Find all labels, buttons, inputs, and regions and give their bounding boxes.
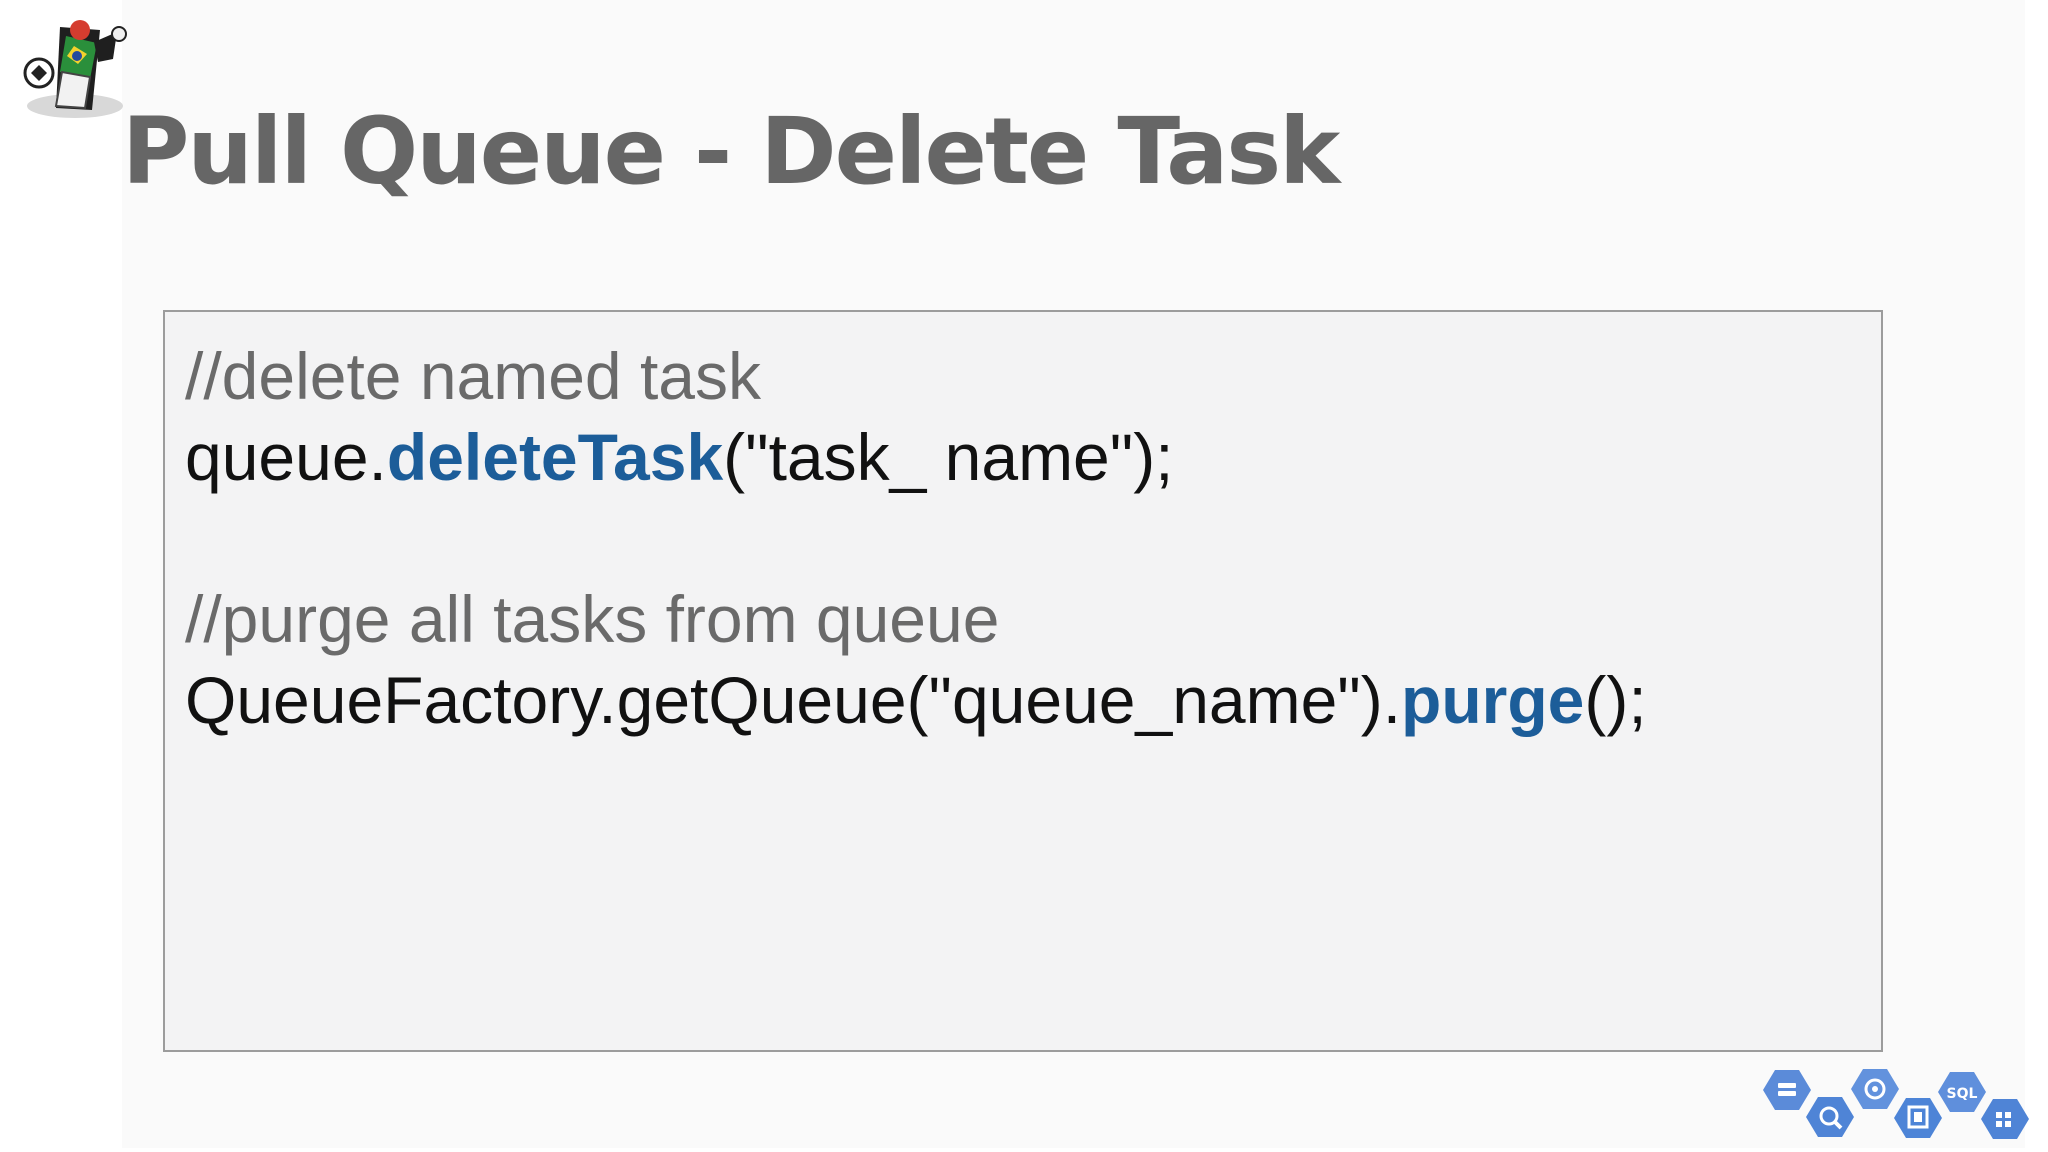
code-delete-suffix: ("task_ name"); [723, 420, 1174, 494]
cloud-sql-label: SQL [1947, 1086, 1978, 1102]
code-comment-purge: //purge all tasks from queue [185, 582, 1000, 656]
code-purge-line: QueueFactory.getQueue("queue_name").purg… [185, 667, 1647, 733]
slide: Pull Queue - Delete Task //delete named … [0, 0, 2048, 1152]
left-margin [0, 0, 122, 1152]
code-box: //delete named task queue.deleteTask("ta… [163, 310, 1883, 1052]
slide-title: Pull Queue - Delete Task [122, 98, 1340, 205]
code-purge-prefix: QueueFactory.getQueue("queue_name"). [185, 663, 1402, 737]
code-purge-method: purge [1401, 663, 1585, 737]
cloud-services-icons: SQL [1763, 1069, 2029, 1139]
bigquery-icon [1806, 1097, 1854, 1137]
bottom-margin [0, 1148, 2048, 1152]
storage-icon [1763, 1070, 1811, 1110]
code-delete-line: queue.deleteTask("task_ name"); [185, 424, 1174, 490]
datastore-icon [1981, 1099, 2029, 1139]
code-delete-method: deleteTask [386, 420, 724, 494]
code-comment-delete: //delete named task [185, 339, 762, 413]
code-purge-suffix: (); [1584, 663, 1647, 737]
code-delete-prefix: queue. [185, 420, 387, 494]
compute-engine-icon [1894, 1098, 1942, 1138]
app-engine-icon [1851, 1069, 1899, 1109]
mascot-icon [23, 20, 127, 118]
right-margin [2025, 0, 2048, 1152]
cloud-sql-icon: SQL [1938, 1072, 1986, 1112]
